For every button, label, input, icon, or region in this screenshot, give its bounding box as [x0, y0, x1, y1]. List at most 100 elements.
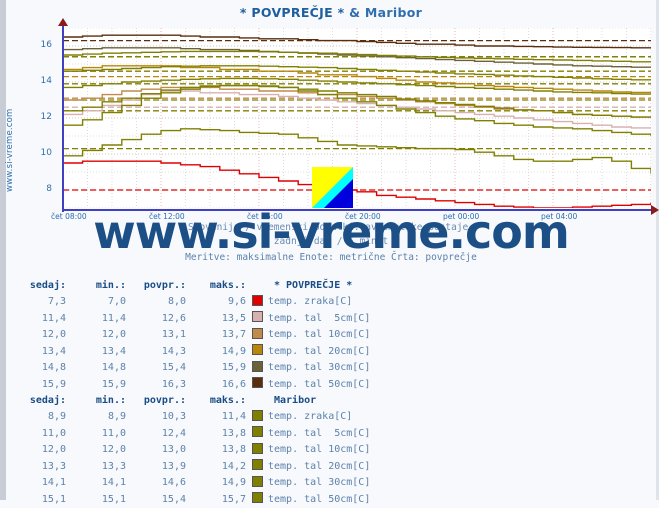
chart-plot-area [63, 28, 651, 208]
table-row: 14,1 14,1 14,6 14,9 temp. tal 30cm[C] [6, 475, 656, 492]
table-row: 12,0 12,0 13,1 13,7 temp. tal 10cm[C] [6, 327, 656, 344]
table-row: 11,4 11,4 12,6 13,5 temp. tal 5cm[C] [6, 310, 656, 327]
table-group-label: * POVPREČJE * [274, 280, 353, 291]
cell-sedaj: 15,1 [41, 493, 66, 505]
legend-swatch [246, 458, 268, 475]
table-row: 8,9 8,9 10,3 11,4 temp. zraka[C] [6, 409, 656, 426]
y-axis-tick: 12 [40, 112, 52, 122]
subtitle-line-3: Meritve: maksimalne Enote: metrične Črta… [185, 252, 477, 263]
legend-label: temp. tal 20cm[C] [268, 345, 371, 357]
y-axis-tick: 16 [40, 40, 52, 50]
x-axis-tick: čet 16:00 [247, 212, 283, 221]
legend-label: temp. tal 30cm[C] [268, 362, 371, 373]
cell-maks: 13,8 [221, 427, 246, 439]
table-header-cell: min.: [95, 280, 126, 291]
table-row: 7,3 7,0 8,0 9,6 temp. zraka[C] [6, 294, 656, 311]
cell-min: 14,1 [101, 477, 126, 488]
table-header-cell: min.: [95, 395, 126, 406]
y-axis-tick: 8 [46, 184, 52, 194]
table-group-label: Maribor [274, 395, 317, 406]
cell-min: 13,3 [101, 460, 126, 472]
cell-sedaj: 13,3 [41, 460, 66, 472]
cell-povpr: 8,0 [167, 296, 186, 307]
cell-sedaj: 7,3 [47, 296, 66, 307]
page-title-main: * POVPREČJE * [239, 5, 345, 20]
table-header-cell: povpr.: [143, 395, 186, 406]
stats-table-maribor: sedaj: min.: povpr.: maks.: Maribor 8,9 8,9 10,… [6, 393, 656, 508]
cell-sedaj: 14,8 [41, 362, 66, 373]
legend-swatch [246, 475, 268, 492]
x-axis-tick: pet 04:00 [541, 212, 578, 221]
y-axis-tick: 14 [40, 76, 52, 86]
cell-min: 12,0 [101, 329, 126, 340]
table-row: 13,3 13,3 13,9 14,2 temp. tal 20cm[C] [6, 458, 656, 475]
table-row: 14,8 14,8 15,4 15,9 temp. tal 30cm[C] [6, 360, 656, 377]
legend-swatch [246, 310, 268, 327]
cell-sedaj: 8,9 [47, 411, 66, 422]
cell-povpr: 14,3 [161, 345, 186, 357]
table-header-cell: maks.: [209, 280, 246, 291]
cell-povpr: 13,1 [161, 329, 186, 340]
x-axis-tick: čet 12:00 [149, 212, 185, 221]
legend-swatch [246, 376, 268, 393]
chart-svg [63, 28, 651, 208]
cell-maks: 15,9 [221, 362, 246, 373]
cell-min: 14,8 [101, 362, 126, 373]
cell-povpr: 10,3 [161, 411, 186, 422]
cell-min: 7,0 [107, 296, 126, 307]
table-row: 11,0 11,0 12,4 13,8 temp. tal 5cm[C] [6, 425, 656, 442]
cell-sedaj: 11,0 [41, 427, 66, 439]
cell-maks: 16,6 [221, 378, 246, 390]
cell-povpr: 12,6 [161, 312, 186, 324]
page-title-secondary: & Maribor [349, 5, 423, 20]
legend-swatch [246, 327, 268, 344]
table-header-swatch-spacer [246, 278, 268, 294]
table-header-cell: sedaj: [29, 280, 66, 291]
cell-maks: 14,2 [221, 460, 246, 472]
cell-povpr: 14,6 [161, 477, 186, 488]
cell-maks: 9,6 [227, 296, 246, 307]
page-title: * POVPREČJE * & Maribor [6, 5, 656, 20]
cell-sedaj: 11,4 [41, 312, 66, 324]
legend-label: temp. tal 50cm[C] [268, 378, 371, 390]
cell-povpr: 12,4 [161, 427, 186, 439]
table-header-cell: maks.: [209, 395, 246, 406]
table-row: 12,0 12,0 13,0 13,8 temp. tal 10cm[C] [6, 442, 656, 459]
cell-min: 8,9 [107, 411, 126, 422]
legend-swatch [246, 409, 268, 426]
si-vreme-logo-icon [312, 167, 353, 208]
page-root: * POVPREČJE * & Maribor www.si-vreme.com… [0, 0, 659, 505]
cell-povpr: 13,0 [161, 444, 186, 455]
subtitle-line-1: Slovenija / vremenski podatki: avtomatsk… [188, 222, 474, 233]
cell-min: 15,1 [101, 493, 126, 505]
x-axis-tick: čet 08:00 [51, 212, 87, 221]
table-row: 13,4 13,4 14,3 14,9 temp. tal 20cm[C] [6, 343, 656, 360]
legend-label: temp. zraka[C] [268, 411, 353, 422]
cell-povpr: 16,3 [161, 378, 186, 390]
x-axis-line [62, 209, 654, 211]
legend-label: temp. tal 30cm[C] [268, 477, 371, 488]
y-axis-tick: 10 [40, 148, 52, 158]
table-header-row: sedaj: min.: povpr.: maks.: * POVPREČJE * [6, 278, 656, 294]
table-header-cell: sedaj: [29, 395, 66, 406]
x-axis-arrow-icon [651, 205, 659, 215]
cell-maks: 14,9 [221, 345, 246, 357]
legend-swatch [246, 360, 268, 377]
cell-min: 11,0 [101, 427, 126, 439]
cell-min: 11,4 [101, 312, 126, 324]
cell-sedaj: 13,4 [41, 345, 66, 357]
cell-sedaj: 14,1 [41, 477, 66, 488]
cell-maks: 15,7 [221, 493, 246, 505]
legend-label: temp. tal 10cm[C] [268, 329, 371, 340]
stats-table-povprecje: sedaj: min.: povpr.: maks.: * POVPREČJE * 7,3… [6, 278, 656, 393]
legend-label: temp. tal 20cm[C] [268, 460, 371, 472]
cell-maks: 13,7 [221, 329, 246, 340]
cell-povpr: 15,4 [161, 362, 186, 373]
legend-swatch [246, 491, 268, 508]
legend-swatch [246, 425, 268, 442]
legend-swatch [246, 294, 268, 311]
table-header-row: sedaj: min.: povpr.: maks.: Maribor [6, 393, 656, 409]
legend-label: temp. tal 5cm[C] [268, 427, 371, 439]
table-header-cell: povpr.: [143, 280, 186, 291]
cell-maks: 14,9 [221, 477, 246, 488]
